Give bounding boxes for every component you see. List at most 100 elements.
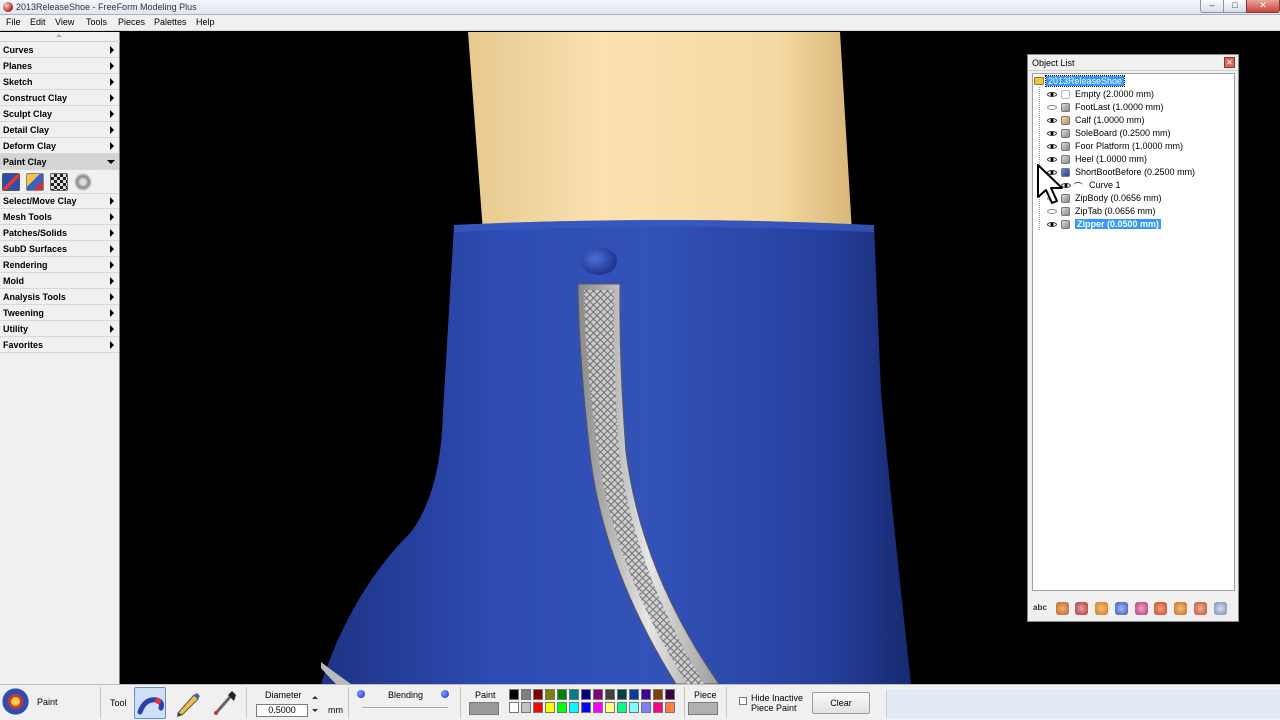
tree-item-empty[interactable]: Empty (2.0000 mm) bbox=[1033, 88, 1233, 101]
color-palette[interactable] bbox=[509, 689, 681, 717]
color-swatch[interactable] bbox=[545, 689, 555, 700]
color-swatch[interactable] bbox=[617, 702, 627, 713]
combine-piece-icon[interactable] bbox=[1115, 602, 1128, 615]
color-swatch[interactable] bbox=[569, 689, 579, 700]
minimize-button[interactable]: – bbox=[1200, 0, 1224, 13]
color-swatch[interactable] bbox=[605, 702, 615, 713]
layer-piece-icon[interactable] bbox=[1194, 602, 1207, 615]
palette-utility[interactable]: Utility bbox=[0, 321, 119, 337]
object-tree[interactable]: 2013ReleaseShoe Empty (2.0000 mm) FootLa… bbox=[1032, 73, 1235, 591]
palette-favorites[interactable]: Favorites bbox=[0, 337, 119, 353]
tree-item-footlast[interactable]: FootLast (1.0000 mm) bbox=[1033, 101, 1233, 114]
palette-patches-solids[interactable]: Patches/Solids bbox=[0, 225, 119, 241]
palette-subd-surfaces[interactable]: SubD Surfaces bbox=[0, 241, 119, 257]
paint-brush-tool-icon[interactable] bbox=[2, 173, 20, 191]
hide-inactive-checkbox[interactable] bbox=[739, 697, 747, 705]
diameter-input[interactable]: 0.5000 bbox=[256, 704, 308, 717]
visibility-eye-icon[interactable] bbox=[1047, 157, 1057, 162]
palette-curves[interactable]: Curves bbox=[0, 42, 119, 58]
visibility-eye-closed-icon[interactable] bbox=[1047, 105, 1057, 110]
menu-tools[interactable]: Tools bbox=[86, 17, 107, 27]
paint-fill-tool-icon[interactable] bbox=[26, 173, 44, 191]
close-icon[interactable]: ✕ bbox=[1224, 57, 1235, 68]
menu-palettes[interactable]: Palettes bbox=[154, 17, 187, 27]
clear-button[interactable]: Clear bbox=[812, 692, 870, 714]
rename-button[interactable]: abc bbox=[1033, 603, 1047, 612]
palette-deform-clay[interactable]: Deform Clay bbox=[0, 138, 119, 154]
visibility-eye-icon[interactable] bbox=[1047, 222, 1057, 227]
palette-sculpt-clay[interactable]: Sculpt Clay bbox=[0, 106, 119, 122]
piece-color-swatch[interactable] bbox=[688, 702, 718, 715]
color-swatch[interactable] bbox=[593, 689, 603, 700]
color-swatch[interactable] bbox=[629, 689, 639, 700]
color-swatch[interactable] bbox=[509, 689, 519, 700]
palette-mesh-tools[interactable]: Mesh Tools bbox=[0, 209, 119, 225]
color-swatch[interactable] bbox=[581, 702, 591, 713]
color-swatch[interactable] bbox=[545, 702, 555, 713]
color-swatch[interactable] bbox=[653, 689, 663, 700]
palette-rendering[interactable]: Rendering bbox=[0, 257, 119, 273]
color-swatch[interactable] bbox=[521, 702, 531, 713]
color-swatch[interactable] bbox=[533, 702, 543, 713]
menu-help[interactable]: Help bbox=[196, 17, 215, 27]
color-swatch[interactable] bbox=[533, 689, 543, 700]
color-swatch[interactable] bbox=[641, 689, 651, 700]
palette-tweening[interactable]: Tweening bbox=[0, 305, 119, 321]
color-swatch[interactable] bbox=[605, 689, 615, 700]
visibility-eye-icon[interactable] bbox=[1047, 92, 1057, 97]
tree-root[interactable]: 2013ReleaseShoe bbox=[1033, 75, 1233, 88]
color-swatch[interactable] bbox=[521, 689, 531, 700]
mirror-piece-icon[interactable] bbox=[1095, 602, 1108, 615]
color-swatch[interactable] bbox=[653, 702, 663, 713]
visibility-eye-icon[interactable] bbox=[1047, 131, 1057, 136]
menu-edit[interactable]: Edit bbox=[30, 17, 46, 27]
paint-color-swatch[interactable] bbox=[469, 702, 499, 715]
brush-tool-button[interactable] bbox=[134, 687, 166, 719]
color-swatch[interactable] bbox=[641, 702, 651, 713]
search-icon[interactable] bbox=[1214, 602, 1227, 615]
palette-mold[interactable]: Mold bbox=[0, 273, 119, 289]
color-swatch[interactable] bbox=[629, 702, 639, 713]
color-swatch[interactable] bbox=[665, 689, 675, 700]
visibility-eye-icon[interactable] bbox=[1047, 144, 1057, 149]
palette-analysis-tools[interactable]: Analysis Tools bbox=[0, 289, 119, 305]
new-piece-icon[interactable] bbox=[1056, 602, 1069, 615]
palette-sketch[interactable]: Sketch bbox=[0, 74, 119, 90]
delete-piece-icon[interactable] bbox=[1154, 602, 1167, 615]
tree-item-calf[interactable]: Calf (1.0000 mm) bbox=[1033, 114, 1233, 127]
diameter-spinner[interactable] bbox=[310, 688, 320, 718]
tree-item-foor-platform[interactable]: Foor Platform (1.0000 mm) bbox=[1033, 140, 1233, 153]
maximize-button[interactable]: □ bbox=[1223, 0, 1247, 13]
tree-item-ziptab[interactable]: ZipTab (0.0656 mm) bbox=[1033, 205, 1233, 218]
blending-slider[interactable] bbox=[362, 707, 448, 709]
visibility-eye-icon[interactable] bbox=[1047, 118, 1057, 123]
palette-detail-clay[interactable]: Detail Clay bbox=[0, 122, 119, 138]
palette-paint-clay[interactable]: Paint Clay bbox=[0, 154, 119, 170]
color-swatch[interactable] bbox=[593, 702, 603, 713]
palette-construct-clay[interactable]: Construct Clay bbox=[0, 90, 119, 106]
color-swatch[interactable] bbox=[617, 689, 627, 700]
tree-item-soleboard[interactable]: SoleBoard (0.2500 mm) bbox=[1033, 127, 1233, 140]
menu-view[interactable]: View bbox=[55, 17, 74, 27]
eyedropper-tool-button[interactable] bbox=[208, 687, 240, 719]
visibility-eye-closed-icon[interactable] bbox=[1047, 209, 1057, 214]
color-swatch[interactable] bbox=[557, 702, 567, 713]
palette-planes[interactable]: Planes bbox=[0, 58, 119, 74]
color-swatch[interactable] bbox=[509, 702, 519, 713]
color-swatch[interactable] bbox=[581, 689, 591, 700]
color-swatch[interactable] bbox=[569, 702, 579, 713]
group-piece-icon[interactable] bbox=[1174, 602, 1187, 615]
paint-erase-tool-icon[interactable] bbox=[74, 173, 92, 191]
color-swatch[interactable] bbox=[665, 702, 675, 713]
menu-pieces[interactable]: Pieces bbox=[118, 17, 145, 27]
pencil-tool-button[interactable] bbox=[172, 687, 204, 719]
tree-item-zipper[interactable]: Zipper (0.0500 mm) bbox=[1033, 218, 1233, 231]
close-button[interactable]: ✕ bbox=[1246, 0, 1280, 13]
texture-paint-tool-icon[interactable] bbox=[50, 173, 68, 191]
copy-piece-icon[interactable] bbox=[1075, 602, 1088, 615]
panel-scroll-up[interactable] bbox=[0, 32, 120, 42]
subtract-piece-icon[interactable] bbox=[1135, 602, 1148, 615]
color-swatch[interactable] bbox=[557, 689, 567, 700]
menu-file[interactable]: File bbox=[6, 17, 21, 27]
palette-select-move-clay[interactable]: Select/Move Clay bbox=[0, 193, 119, 209]
